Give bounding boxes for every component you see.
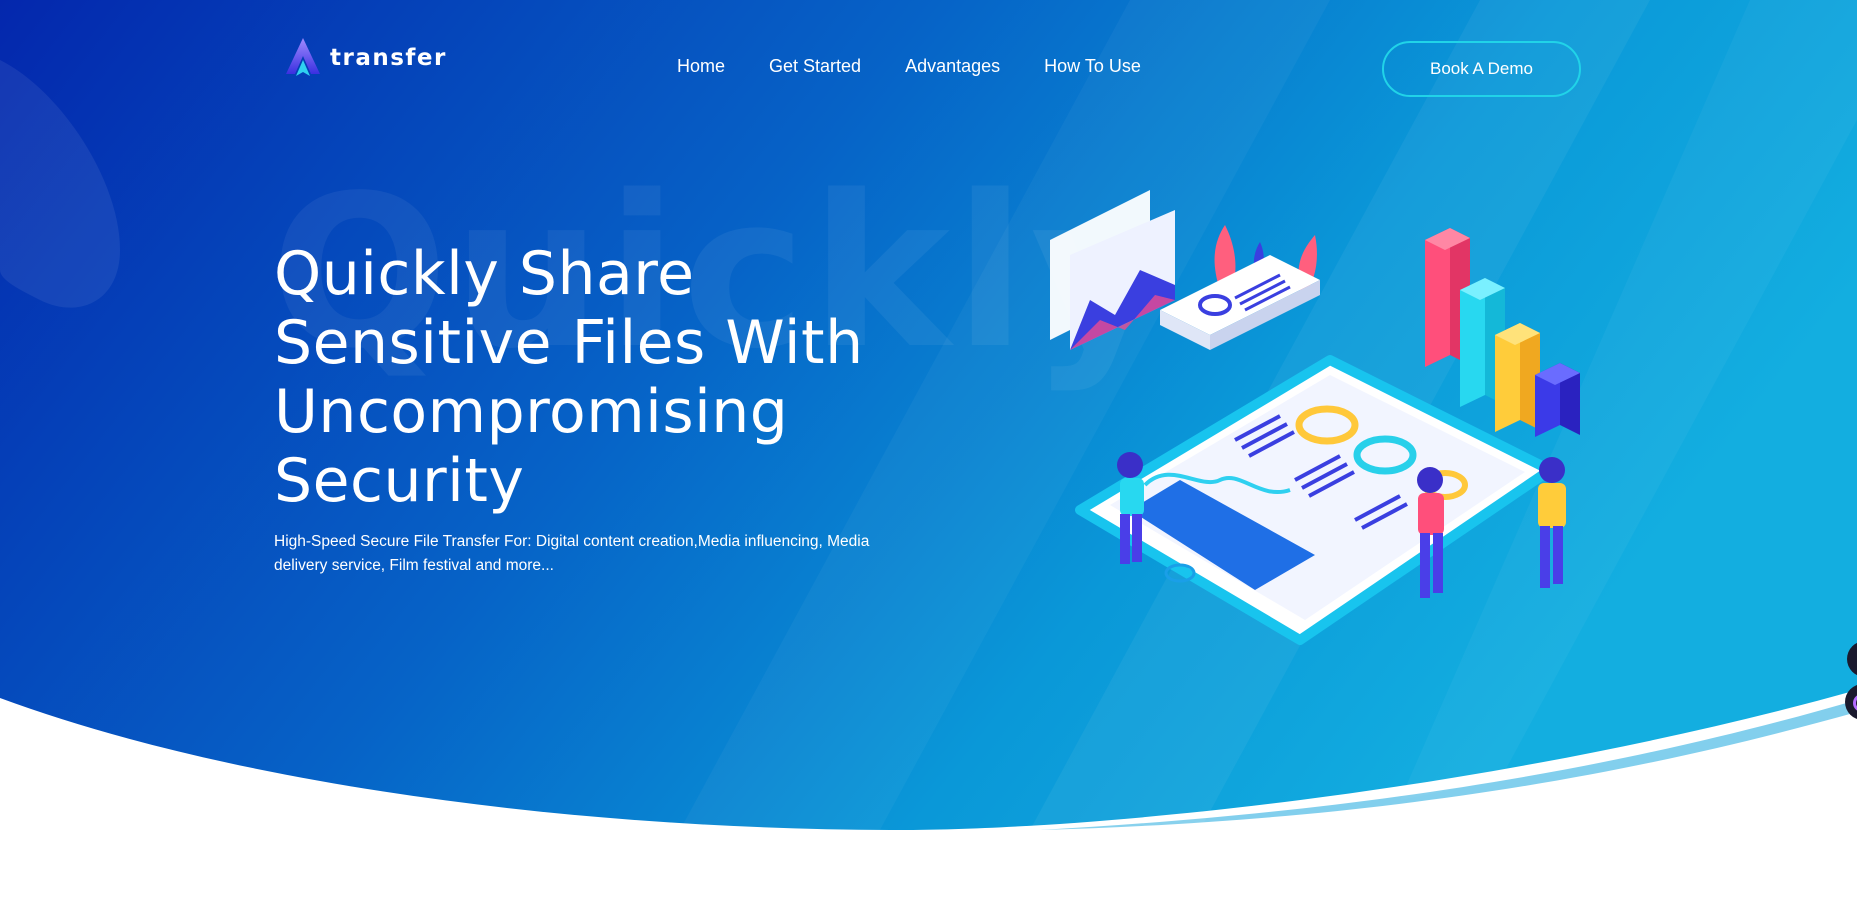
hero-headline: Quickly Share Sensitive Files With Uncom… xyxy=(274,239,864,516)
nav-item-home[interactable]: Home xyxy=(677,56,725,77)
nav-item-advantages[interactable]: Advantages xyxy=(905,56,1000,77)
brand-name: transfer xyxy=(330,45,447,71)
tablet-graphic xyxy=(1075,355,1555,645)
analytics-dashboard-illustration xyxy=(1050,190,1580,645)
book-demo-button[interactable]: Book A Demo xyxy=(1382,41,1581,97)
nav-item-get-started[interactable]: Get Started xyxy=(769,56,861,77)
main-nav: Home Get Started Advantages How To Use xyxy=(677,56,1141,77)
area-chart-card xyxy=(1050,190,1175,350)
hero-subtitle: High-Speed Secure File Transfer For: Dig… xyxy=(274,533,870,574)
person-standing-left xyxy=(1417,467,1444,598)
arrow-a-logo-icon xyxy=(286,38,320,76)
brand-logo[interactable]: transfer xyxy=(284,36,447,80)
person-standing-right xyxy=(1538,457,1566,588)
person-sitting xyxy=(1117,452,1144,564)
nav-item-how-to-use[interactable]: How To Use xyxy=(1044,56,1141,77)
info-card xyxy=(1160,225,1320,350)
3d-bar-chart xyxy=(1425,228,1580,437)
hero-section: Quickly transfer Home Get Started Advant… xyxy=(0,0,1857,913)
